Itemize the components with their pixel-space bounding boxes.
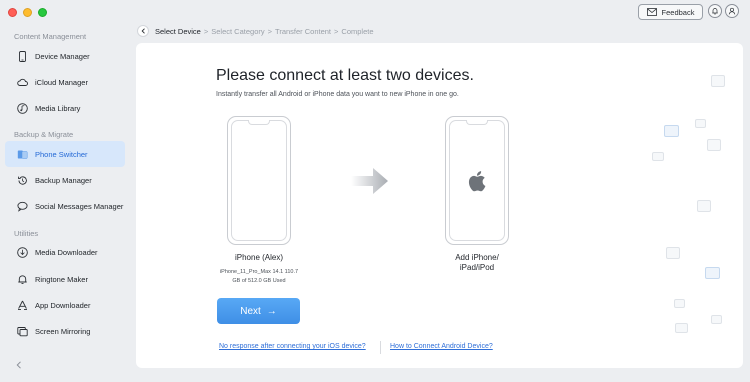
mirror-icon: [17, 326, 28, 337]
target-device-slot[interactable]: [445, 116, 509, 245]
breadcrumb-step-select-category: Select Category: [211, 27, 265, 36]
collapse-sidebar-button[interactable]: [16, 361, 22, 372]
sidebar-item-label: Device Manager: [35, 51, 90, 61]
sidebar-item-backup-manager[interactable]: Backup Manager: [5, 167, 125, 193]
breadcrumb-step-transfer-content: Transfer Content: [275, 27, 332, 36]
app-store-icon: [17, 300, 28, 311]
breadcrumb-step-complete: Complete: [341, 27, 374, 36]
sidebar-item-media-library[interactable]: Media Library: [5, 95, 125, 121]
transfer-arrow-icon: [351, 168, 388, 194]
close-window-button[interactable]: [8, 8, 17, 17]
sidebar-item-label: Social Messages Manager: [35, 201, 124, 211]
page-title: Please connect at least two devices.: [216, 67, 474, 84]
section-title-backup-migrate: Backup & Migrate: [14, 130, 74, 139]
decorative-square: [664, 125, 679, 137]
decorative-square: [697, 200, 711, 212]
next-button[interactable]: Next →: [217, 298, 300, 324]
source-device-model: iPhone_11_Pro_Max 14.1 110.7: [219, 269, 299, 275]
decorative-square: [705, 267, 720, 279]
window-controls: [8, 8, 47, 17]
music-icon: [17, 102, 28, 114]
sidebar-item-social-messages-manager[interactable]: Social Messages Manager: [5, 193, 125, 219]
sidebar-item-label: Ringtone Maker: [35, 274, 88, 284]
breadcrumb-separator: >: [267, 27, 273, 36]
feedback-label: Feedback: [661, 7, 695, 17]
apple-logo-icon: [468, 170, 486, 191]
decorative-square: [707, 139, 721, 151]
page-subtitle: Instantly transfer all Android or iPhone…: [216, 91, 459, 98]
sidebar-item-ringtone-maker[interactable]: Ringtone Maker: [5, 266, 125, 292]
section-title-content-management: Content Management: [14, 32, 87, 41]
download-icon: [17, 246, 28, 258]
sidebar-item-label: Media Downloader: [35, 247, 98, 257]
bell-icon: [17, 274, 28, 285]
history-icon: [17, 175, 28, 186]
minimize-window-button[interactable]: [23, 8, 32, 17]
android-help-link[interactable]: How to Connect Android Device?: [390, 343, 493, 350]
links-divider: [380, 341, 381, 354]
chevron-left-icon: [16, 361, 21, 369]
sidebar-item-media-downloader[interactable]: Media Downloader: [5, 239, 125, 265]
sidebar-item-label: Media Library: [35, 103, 81, 113]
chat-icon: [17, 201, 28, 212]
phone-switch-icon: [17, 149, 28, 160]
breadcrumb: Select Device > Select Category > Transf…: [155, 27, 374, 36]
source-device-name: iPhone (Alex): [234, 253, 284, 262]
bell-icon: [712, 8, 718, 15]
cloud-icon: [17, 77, 28, 88]
decorative-square: [711, 75, 725, 87]
sidebar-item-label: App Downloader: [35, 300, 91, 310]
source-device-illustration: [227, 116, 291, 245]
decorative-square: [695, 119, 706, 128]
sidebar-item-phone-switcher[interactable]: Phone Switcher: [5, 141, 125, 167]
decorative-square: [666, 247, 680, 259]
feedback-button[interactable]: Feedback: [638, 4, 703, 20]
account-button[interactable]: [725, 4, 739, 18]
mail-icon: [646, 8, 657, 16]
sidebar-item-label: Screen Mirroring: [35, 326, 91, 336]
sidebar-item-screen-mirroring[interactable]: Screen Mirroring: [5, 318, 125, 344]
breadcrumb-separator: >: [203, 27, 209, 36]
decorative-square: [652, 152, 664, 161]
breadcrumb-step-select-device: Select Device: [155, 27, 201, 36]
sidebar-item-label: Backup Manager: [35, 175, 92, 185]
breadcrumb-separator: >: [334, 27, 339, 36]
sidebar-item-icloud-manager[interactable]: iCloud Manager: [5, 69, 125, 95]
sidebar-item-label: Phone Switcher: [35, 149, 88, 159]
chevron-left-icon: [141, 28, 145, 34]
decorative-square: [675, 323, 688, 333]
main-panel: Please connect at least two devices. Ins…: [136, 43, 743, 368]
decorative-square: [711, 315, 722, 324]
sidebar-item-app-downloader[interactable]: App Downloader: [5, 292, 125, 318]
decorative-square: [674, 299, 685, 308]
sidebar-item-device-manager[interactable]: Device Manager: [5, 43, 125, 69]
next-label: Next: [240, 305, 261, 317]
source-device-storage: GB of 512.0 GB Used: [232, 278, 286, 284]
sidebar: Content Management Device Manager iCloud…: [0, 24, 130, 382]
arrow-right-icon: →: [266, 305, 277, 317]
target-device-label: Add iPhone/ iPad/iPod: [455, 253, 499, 272]
ios-help-link[interactable]: No response after connecting your iOS de…: [219, 343, 366, 350]
back-button[interactable]: [137, 25, 149, 37]
user-icon: [728, 7, 736, 15]
notifications-button[interactable]: [708, 4, 722, 18]
maximize-window-button[interactable]: [38, 8, 47, 17]
sidebar-item-label: iCloud Manager: [35, 77, 88, 87]
section-title-utilities: Utilities: [14, 229, 39, 238]
phone-icon: [17, 50, 28, 62]
